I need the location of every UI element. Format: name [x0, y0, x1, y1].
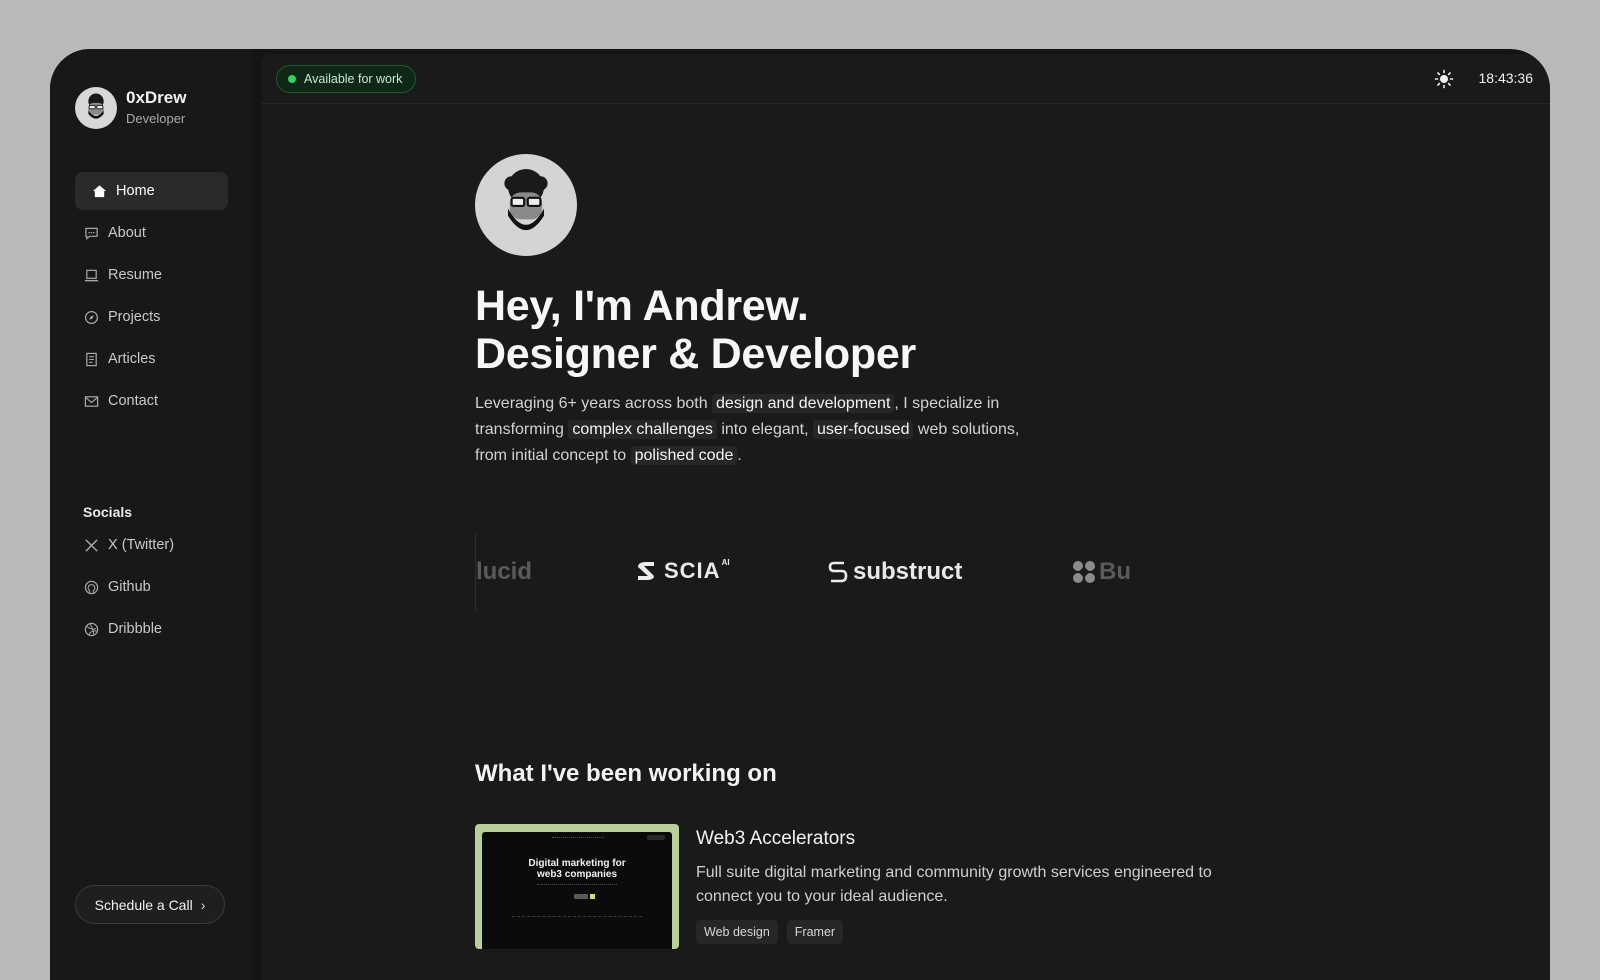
logo-lucid: lucid: [476, 558, 532, 586]
home-icon: [91, 183, 107, 199]
thumbnail-logos-row: [512, 916, 642, 920]
status-dot-icon: [288, 75, 296, 83]
thumbnail-subtitle: [537, 884, 617, 887]
social-link-github[interactable]: Github: [75, 568, 228, 606]
nav-item-articles[interactable]: Articles: [75, 340, 228, 378]
logo-scia: SCIA AI: [634, 558, 730, 584]
nav-item-projects[interactable]: Projects: [75, 298, 228, 336]
top-bar: Available for work 18:43:36: [261, 54, 1550, 104]
thumbnail-cta: [574, 894, 588, 899]
client-logos-marquee: lucid SCIA AI substruct Bu: [475, 534, 1130, 612]
logo-text: SCIA: [664, 558, 721, 583]
app-window: 0xDrew Developer Home About Resume Proje…: [50, 49, 1550, 980]
scia-mark-icon: [638, 562, 654, 580]
project-title[interactable]: Web3 Accelerators: [696, 828, 855, 850]
logo-superscript: AI: [721, 558, 730, 567]
logo-text: substruct: [853, 558, 963, 585]
schedule-call-button[interactable]: Schedule a Call ›: [75, 885, 225, 924]
intro-highlight: complex challenges: [568, 420, 717, 439]
social-link-x[interactable]: X (Twitter): [75, 526, 228, 564]
project-description: Full suite digital marketing and communi…: [696, 864, 1212, 905]
nav-item-home[interactable]: Home: [75, 172, 228, 210]
hero-avatar: [475, 154, 577, 256]
main-nav: Home About Resume Projects Articles Cont…: [75, 172, 228, 424]
substruct-mark-icon: [828, 561, 848, 583]
availability-badge: Available for work: [276, 65, 417, 93]
laptop-icon: [83, 267, 99, 283]
dribbble-icon: [83, 621, 99, 637]
social-label: Github: [108, 579, 151, 595]
profile[interactable]: 0xDrew Developer: [75, 87, 186, 129]
avatar-illustration-icon: [88, 93, 104, 119]
x-icon: [83, 537, 99, 553]
nav-item-label: Resume: [108, 267, 162, 283]
sidebar: 0xDrew Developer Home About Resume Proje…: [50, 49, 252, 980]
thumbnail-button: [647, 835, 665, 840]
nav-item-label: Projects: [108, 309, 161, 325]
logo-text: Bu: [1099, 558, 1130, 585]
thumbnail-nav: [552, 837, 604, 840]
intro-text: .: [737, 447, 742, 464]
chat-icon: [83, 225, 99, 241]
hero-headline: Hey, I'm Andrew. Designer & Developer: [475, 282, 916, 378]
nav-item-label: Contact: [108, 393, 158, 409]
profile-name: 0xDrew: [126, 88, 187, 107]
intro-text: into elegant,: [716, 421, 813, 438]
headline-line-2: Designer & Developer: [475, 330, 916, 378]
socials-heading: Socials: [83, 504, 133, 520]
nav-item-label: About: [108, 225, 146, 241]
document-icon: [83, 351, 99, 367]
mail-icon: [83, 393, 99, 409]
hero-intro: Leveraging 6+ years across both design a…: [475, 391, 1055, 469]
social-link-dribbble[interactable]: Dribbble: [75, 610, 228, 648]
section-title-work: What I've been working on: [475, 760, 777, 787]
headline-line-1: Hey, I'm Andrew.: [475, 282, 809, 330]
tag-web-design: Web design: [696, 920, 778, 944]
intro-highlight: user-focused: [812, 420, 914, 439]
intro-highlight: polished code: [630, 446, 738, 465]
social-label: Dribbble: [108, 621, 162, 637]
avatar-illustration-icon: [504, 169, 548, 231]
thumbnail-screen: Digital marketing for web3 companies: [482, 832, 672, 949]
profile-role: Developer: [126, 111, 186, 126]
clock: 18:43:36: [1478, 70, 1534, 86]
project-thumbnail[interactable]: Digital marketing for web3 companies: [475, 824, 679, 949]
availability-text: Available for work: [304, 72, 403, 86]
nav-item-label: Articles: [108, 351, 156, 367]
logo-text: lucid: [476, 558, 533, 585]
bu-mark-icon: [1073, 561, 1095, 583]
logo-substruct: substruct: [827, 558, 962, 586]
logo-bu: Bu: [1072, 558, 1130, 586]
project-tags: Web design Framer: [696, 920, 852, 944]
thumbnail-cta-accent: [590, 894, 595, 899]
chevron-right-icon: ›: [200, 896, 206, 913]
intro-highlight: design and development: [712, 394, 895, 413]
intro-text: Leveraging 6+ years across both: [475, 395, 713, 412]
schedule-call-label: Schedule a Call: [94, 896, 193, 913]
socials-list: X (Twitter) Github Dribbble: [75, 526, 228, 652]
theme-toggle-sun-icon[interactable]: [1434, 69, 1454, 89]
avatar: [75, 87, 117, 129]
nav-item-label: Home: [116, 183, 155, 199]
compass-icon: [83, 309, 99, 325]
nav-item-resume[interactable]: Resume: [75, 256, 228, 294]
social-label: X (Twitter): [108, 537, 175, 553]
main-content: Available for work 18:43:36 Hey, I'm And…: [261, 54, 1550, 980]
thumbnail-title: Digital marketing for web3 companies: [528, 858, 626, 880]
nav-item-contact[interactable]: Contact: [75, 382, 228, 420]
github-icon: [83, 579, 99, 595]
nav-item-about[interactable]: About: [75, 214, 228, 252]
tag-framer: Framer: [786, 920, 844, 944]
